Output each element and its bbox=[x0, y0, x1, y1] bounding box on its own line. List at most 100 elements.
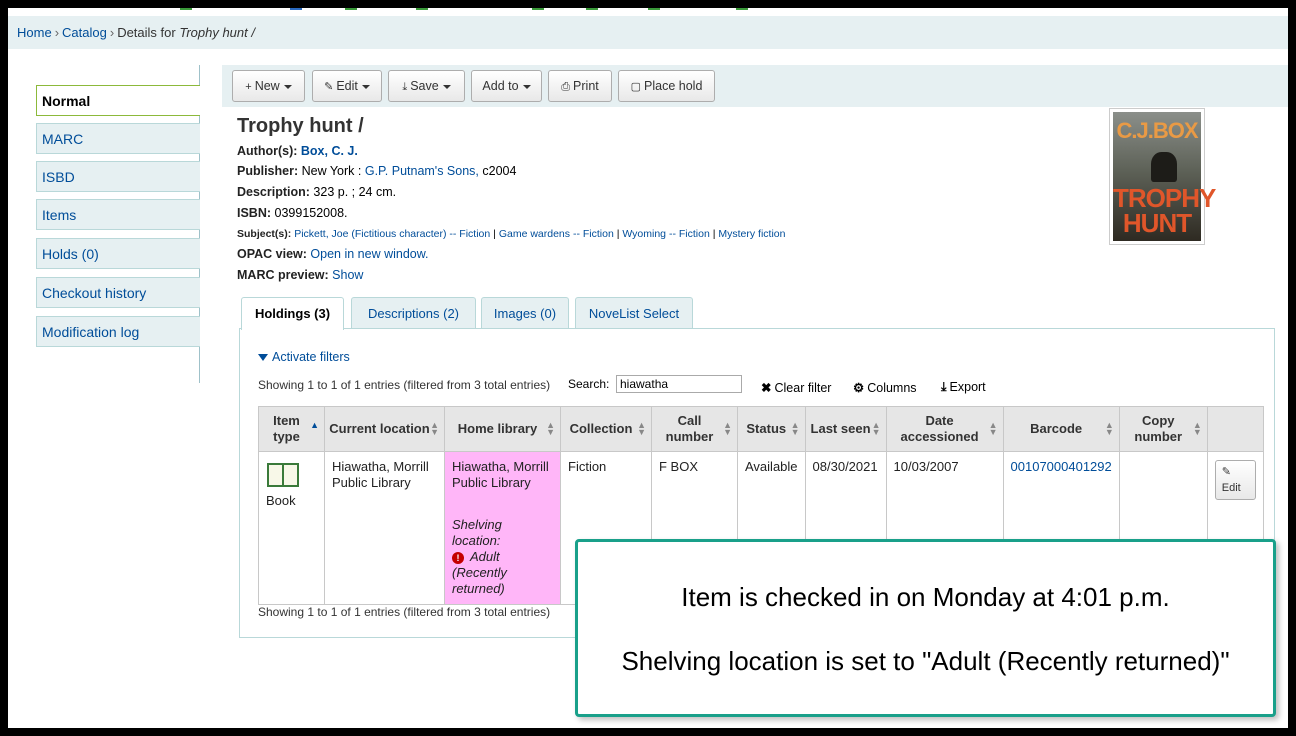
search-label: Search: bbox=[568, 377, 610, 391]
gear-icon: ⚙ bbox=[853, 381, 865, 395]
column-header-status[interactable]: Status ▲ ▼ bbox=[737, 406, 806, 452]
subject-separator: | bbox=[493, 228, 496, 240]
subject-separator: | bbox=[616, 228, 620, 240]
description-label: Description: bbox=[237, 185, 310, 199]
edit-item-label: Edit bbox=[1221, 482, 1241, 494]
clear-filter-label: Clear filter bbox=[774, 381, 832, 395]
sort-icon: ▲ ▼ bbox=[430, 420, 439, 437]
sort-icon: ▲ ▼ bbox=[790, 420, 800, 437]
description-value: 323 p. ; 24 cm. bbox=[313, 185, 397, 199]
opac-link[interactable]: Open in new window. bbox=[310, 247, 428, 261]
save-button[interactable]: ⤓ Save bbox=[388, 70, 465, 102]
table-info-bottom: Showing 1 to 1 of 1 entries (filtered fr… bbox=[258, 605, 551, 619]
activate-filters-link[interactable]: Activate filters bbox=[258, 350, 350, 364]
isbn-value: 0399152008. bbox=[274, 206, 348, 220]
shelving-location-label: Shelving location: bbox=[452, 517, 502, 548]
table-header-row: Item type ▲ Current location ▲ ▼ Home libra… bbox=[258, 406, 1264, 452]
nav-item-modification-log[interactable]: Modification log bbox=[36, 316, 200, 347]
nav-item-items[interactable]: Items bbox=[36, 199, 200, 230]
author-link[interactable]: Box, C. J. bbox=[301, 144, 358, 158]
nav-item-normal[interactable]: Normal bbox=[36, 85, 200, 116]
tab-novelist-select[interactable]: NoveList Select bbox=[575, 297, 693, 328]
column-header-current-location[interactable]: Current location ▲ ▼ bbox=[324, 406, 445, 452]
printer-icon: ⎙ bbox=[561, 81, 571, 93]
export-button[interactable]: ⤓ Export bbox=[941, 380, 986, 395]
publisher-label: Publisher: bbox=[237, 164, 299, 178]
subjects-label: Subject(s): bbox=[237, 228, 292, 240]
breadcrumb-record-title: Trophy hunt / bbox=[179, 25, 255, 40]
column-header-call-number[interactable]: Call number ▲ ▼ bbox=[651, 406, 738, 452]
nav-item-holds[interactable]: Holds (0) bbox=[36, 238, 200, 269]
header-label: Copy number bbox=[1134, 413, 1183, 444]
column-header-copy-number[interactable]: Copy number ▲ ▼ bbox=[1118, 406, 1208, 452]
marc-preview-field: MARC preview: Show bbox=[237, 268, 363, 282]
screenshot-frame: Home › Catalog › Details for Trophy hunt / N… bbox=[8, 8, 1288, 728]
header-label: Collection bbox=[569, 421, 633, 436]
tab-holdings[interactable]: Holdings (3) bbox=[241, 297, 344, 330]
edit-button[interactable]: ✎ Edit bbox=[312, 70, 382, 102]
column-header-item-type[interactable]: Item type ▲ bbox=[258, 406, 325, 452]
caret-down-icon bbox=[442, 84, 451, 89]
new-button[interactable]: + New bbox=[232, 70, 305, 102]
publisher-link[interactable]: G.P. Putnam's Sons, bbox=[365, 164, 479, 178]
header-label: Barcode bbox=[1030, 421, 1083, 436]
columns-label: Columns bbox=[867, 381, 917, 395]
column-header-home-library[interactable]: Home library ▲ ▼ bbox=[444, 406, 561, 452]
place-hold-button-label: Place hold bbox=[644, 79, 703, 93]
subject-separator: | bbox=[712, 228, 716, 240]
edit-item-button[interactable]: ✎ Edit bbox=[1214, 460, 1256, 500]
cover-author-text: C.J.BOX bbox=[1116, 118, 1198, 143]
add-to-button[interactable]: Add to bbox=[471, 70, 542, 102]
record-title: Trophy hunt / bbox=[237, 115, 364, 137]
pencil-icon: ✎ bbox=[324, 81, 334, 93]
deer-silhouette bbox=[1151, 152, 1177, 182]
author-field: Author(s): Box, C. J. bbox=[237, 144, 358, 158]
sort-icon: ▲ ▼ bbox=[988, 420, 998, 437]
breadcrumb-catalog[interactable]: Catalog bbox=[62, 25, 107, 40]
nav-item-checkout-history[interactable]: Checkout history bbox=[36, 277, 200, 308]
barcode-link[interactable]: 00107000401292 bbox=[1011, 459, 1112, 474]
filter-icon bbox=[258, 354, 268, 362]
subject-link[interactable]: Game wardens -- Fiction bbox=[499, 228, 614, 240]
column-header-last-seen[interactable]: Last seen ▲ ▼ bbox=[804, 406, 887, 452]
opac-view-field: OPAC view: Open in new window. bbox=[237, 247, 429, 261]
header-label: Status bbox=[746, 421, 787, 436]
cell-home-library: Hiawatha, Morrill Public Library Shelvin… bbox=[444, 451, 561, 605]
subject-link[interactable]: Mystery fiction bbox=[718, 228, 785, 240]
breadcrumb-home[interactable]: Home bbox=[17, 25, 52, 40]
isbn-label: ISBN: bbox=[237, 206, 272, 220]
subject-link[interactable]: Pickett, Joe (Fictitious character) -- F… bbox=[294, 228, 490, 240]
download-icon: ⤓ bbox=[941, 380, 947, 394]
table-info-top: Showing 1 to 1 of 1 entries (filtered fr… bbox=[258, 378, 551, 392]
column-header-actions bbox=[1206, 406, 1264, 452]
book-cover-image[interactable]: C.J.BOX TROPHY HUNT bbox=[1109, 108, 1216, 245]
holdings-search-input[interactable] bbox=[616, 375, 742, 393]
close-icon: ✖ bbox=[761, 381, 772, 395]
breadcrumb-details-prefix: Details for bbox=[117, 25, 176, 40]
place-hold-button[interactable]: ▢ Place hold bbox=[618, 70, 715, 102]
print-button[interactable]: ⎙ Print bbox=[548, 70, 612, 102]
record-toolbar: + New ✎ Edit ⤓ Save Add to ⎙ Print ▢ Place ho… bbox=[222, 65, 1288, 107]
clear-filter-button[interactable]: ✖ Clear filter bbox=[761, 380, 831, 395]
pencil-icon: ✎ bbox=[1221, 466, 1231, 478]
column-header-collection[interactable]: Collection ▲ ▼ bbox=[560, 406, 652, 452]
sort-icon: ▲ ▼ bbox=[546, 420, 555, 437]
publisher-place: New York : bbox=[301, 164, 362, 178]
column-header-date-accessioned[interactable]: Date accessioned ▲ ▼ bbox=[885, 406, 1004, 452]
book-icon bbox=[267, 463, 299, 487]
nav-item-isbd[interactable]: ISBD bbox=[36, 161, 200, 192]
columns-button[interactable]: ⚙ Columns bbox=[853, 380, 917, 395]
header-label: Home library bbox=[457, 421, 538, 436]
marc-preview-link[interactable]: Show bbox=[332, 268, 363, 282]
save-button-label: Save bbox=[410, 79, 439, 93]
cell-current-location: Hiawatha, Morrill Public Library bbox=[324, 451, 445, 605]
callout-line-2: Shelving location is set to "Adult (Rece… bbox=[621, 646, 1230, 676]
tab-images[interactable]: Images (0) bbox=[481, 297, 569, 328]
column-header-barcode[interactable]: Barcode ▲ ▼ bbox=[1002, 406, 1120, 452]
subject-link[interactable]: Wyoming -- Fiction bbox=[622, 228, 709, 240]
plus-icon: + bbox=[245, 81, 252, 93]
nav-item-marc[interactable]: MARC bbox=[36, 123, 200, 154]
caret-down-icon bbox=[522, 84, 531, 89]
isbn-field: ISBN: 0399152008. bbox=[237, 206, 348, 220]
tab-descriptions[interactable]: Descriptions (2) bbox=[351, 297, 476, 328]
